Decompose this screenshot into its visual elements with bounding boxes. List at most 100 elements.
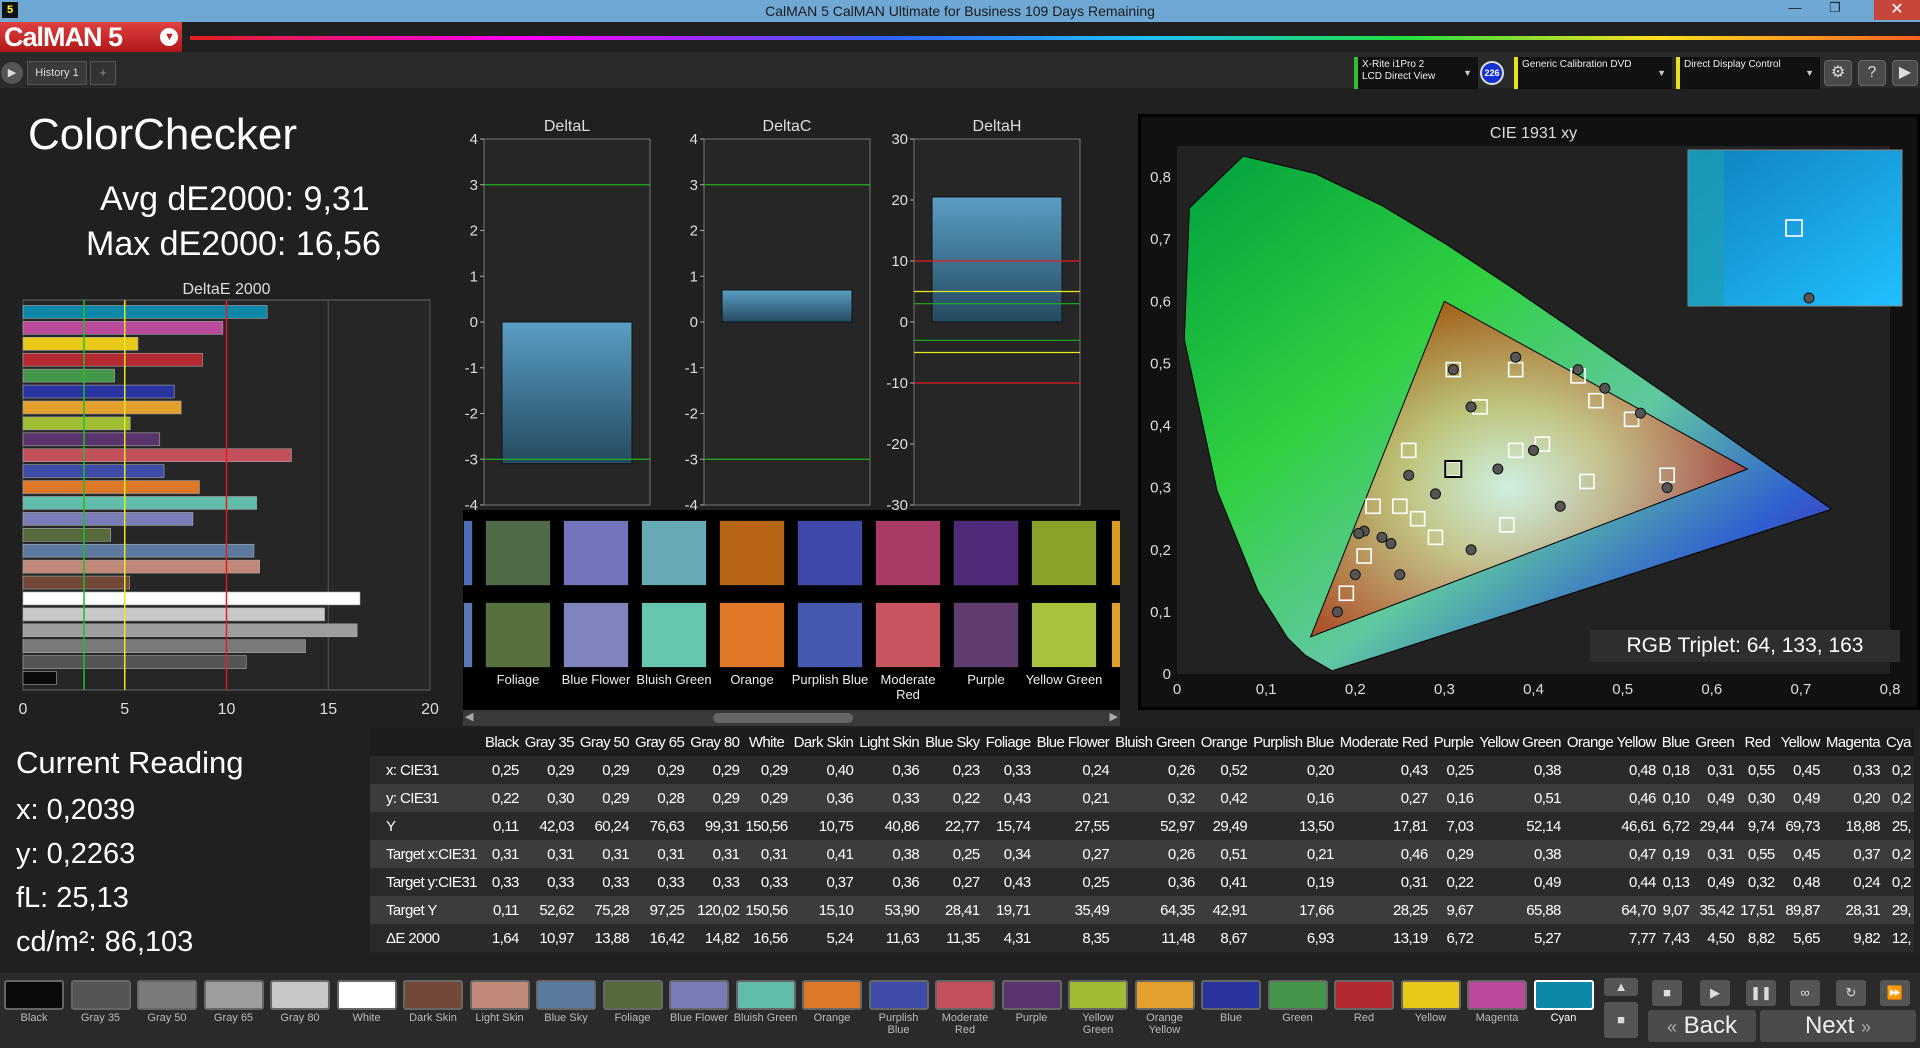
- table-cell: 0,29: [712, 789, 740, 807]
- scroll-thumb[interactable]: [713, 713, 853, 723]
- table-cell: 10,75: [818, 817, 854, 835]
- patch-measured-orange: [719, 602, 785, 668]
- swatch-purple[interactable]: [1001, 980, 1062, 1010]
- swatch-red[interactable]: [1334, 980, 1394, 1010]
- next-button[interactable]: Next »: [1760, 1010, 1916, 1042]
- swatch-yellow-green[interactable]: [1068, 980, 1128, 1010]
- swatch-label: Moderate Red: [941, 1012, 989, 1036]
- swatch-orange-yellow[interactable]: [1134, 980, 1195, 1010]
- swatch-cyan[interactable]: [1533, 980, 1594, 1010]
- chevron-double-right-icon: »: [1861, 1017, 1872, 1037]
- device-badge[interactable]: 226: [1480, 61, 1504, 85]
- step-forward-icon[interactable]: ⏩: [1880, 980, 1910, 1006]
- table-cell: 0,29: [760, 789, 788, 807]
- swatch-green[interactable]: [1267, 980, 1328, 1010]
- table-cell: 0,33: [491, 873, 519, 891]
- tick-label: 10: [218, 701, 236, 718]
- bar-orange: [22, 480, 200, 494]
- patch-measured-blue-flower: [563, 602, 629, 668]
- chevron-left-icon[interactable]: ◀: [465, 710, 473, 723]
- table-cell: 0,31: [1707, 761, 1735, 779]
- chevron-right-icon[interactable]: ▶: [1110, 710, 1118, 723]
- help-icon[interactable]: ?: [1858, 60, 1886, 86]
- bar-magenta: [22, 321, 224, 335]
- source-selector[interactable]: Generic Calibration DVD ▼: [1514, 57, 1672, 89]
- reading-y: y: 0,2263: [16, 838, 136, 870]
- stop-record-icon[interactable]: ■: [1604, 1002, 1638, 1038]
- swatch-black[interactable]: [4, 980, 64, 1010]
- swatch-gray-35[interactable]: [70, 980, 131, 1010]
- column-header: Magenta: [1825, 733, 1881, 751]
- table-cell: 53,90: [884, 901, 920, 919]
- swatch-blue[interactable]: [1201, 980, 1261, 1010]
- table-cell: 0,47: [1628, 845, 1656, 863]
- swatch-purplish-blue[interactable]: [868, 980, 929, 1010]
- page-title: ColorChecker: [28, 110, 297, 159]
- stop-icon[interactable]: ■: [1652, 980, 1682, 1006]
- tick-label: 0,2: [1345, 681, 1366, 698]
- swatch-light-skin[interactable]: [469, 980, 530, 1010]
- swatch-blue-sky[interactable]: [536, 980, 596, 1010]
- swatch-gray-50[interactable]: [137, 980, 197, 1010]
- table-cell: 0,11: [493, 817, 519, 835]
- play-icon[interactable]: ▶: [1, 62, 23, 84]
- minimize-icon[interactable]: —: [1780, 0, 1810, 20]
- refresh-icon[interactable]: ↻: [1836, 980, 1866, 1006]
- calman-logo-menu[interactable]: CalMAN 5 ▼: [0, 22, 182, 52]
- back-button[interactable]: « Back: [1648, 1010, 1756, 1042]
- swatch-bluish-green[interactable]: [735, 980, 796, 1010]
- table-cell: 13,19: [1393, 929, 1428, 947]
- swatch-label: Gray 65: [213, 1012, 254, 1024]
- swatch-yellow[interactable]: [1400, 980, 1461, 1010]
- swatch-label: White: [352, 1012, 381, 1024]
- swatch-dark-skin[interactable]: [403, 980, 463, 1010]
- table-cell: 64,35: [1160, 901, 1195, 919]
- table-cell: 0,33: [892, 789, 920, 807]
- swatch-orange[interactable]: [802, 980, 862, 1010]
- swatch-blue-flower[interactable]: [669, 980, 729, 1010]
- swatch-gray-80[interactable]: [270, 980, 330, 1010]
- pause-icon[interactable]: ❚❚: [1746, 980, 1776, 1006]
- add-tab-button[interactable]: +: [90, 61, 116, 85]
- chevron-right-icon[interactable]: ▶: [1892, 60, 1918, 86]
- bar-blue-flower: [22, 512, 194, 526]
- patch-measured-bluish-green: [641, 602, 707, 668]
- swatch-gray-65[interactable]: [203, 980, 264, 1010]
- tick-label: 0,1: [1256, 681, 1277, 698]
- bar-green: [22, 368, 115, 383]
- tab-history-1[interactable]: History 1: [27, 61, 87, 85]
- column-header: White: [748, 733, 785, 751]
- delta-bar: [721, 289, 853, 323]
- loop-icon[interactable]: ∞: [1790, 980, 1820, 1006]
- table-cell: 0,2: [1891, 873, 1912, 891]
- display-selector[interactable]: Direct Display Control ▼: [1676, 57, 1820, 89]
- patch-scrollbar[interactable]: ◀ ▶: [463, 710, 1120, 726]
- chart-title: DeltaH: [973, 118, 1022, 135]
- gear-icon[interactable]: ⚙: [1824, 60, 1852, 86]
- measured-point: [1492, 463, 1504, 475]
- swatch-moderate-red[interactable]: [935, 980, 995, 1010]
- bar-white: [22, 591, 361, 606]
- table-cell: 0,31: [760, 845, 788, 863]
- expand-icon[interactable]: ▲: [1604, 978, 1638, 996]
- current-reading-title: Current Reading: [16, 745, 244, 780]
- close-icon[interactable]: ✕: [1874, 0, 1920, 20]
- swatch-foliage[interactable]: [602, 980, 663, 1010]
- table-cell: 6,93: [1306, 929, 1334, 947]
- restore-icon[interactable]: ❐: [1820, 0, 1850, 20]
- table-row: Y 0,11 42,03 60,24 76,63 99,31 150,56 10,75 40,8…: [370, 812, 1914, 840]
- meter-selector[interactable]: X-Rite i1Pro 2 LCD Direct View ▼: [1354, 57, 1478, 89]
- table-cell: 1,64: [491, 929, 519, 947]
- table-cell: 0,20: [1306, 761, 1334, 779]
- column-header: Yellow Green: [1479, 733, 1561, 751]
- patch-partial: [463, 520, 473, 586]
- table-cell: 14,82: [704, 929, 740, 947]
- table-cell: 0,51: [1220, 845, 1248, 863]
- table-cell: 0,41: [826, 845, 854, 863]
- tick-label: 0,3: [1150, 480, 1171, 497]
- swatch-magenta[interactable]: [1467, 980, 1527, 1010]
- tick-label: 0: [690, 314, 698, 331]
- swatch-white[interactable]: [336, 980, 397, 1010]
- table-cell: 0,23: [952, 761, 980, 779]
- play-icon[interactable]: ▶: [1700, 980, 1730, 1006]
